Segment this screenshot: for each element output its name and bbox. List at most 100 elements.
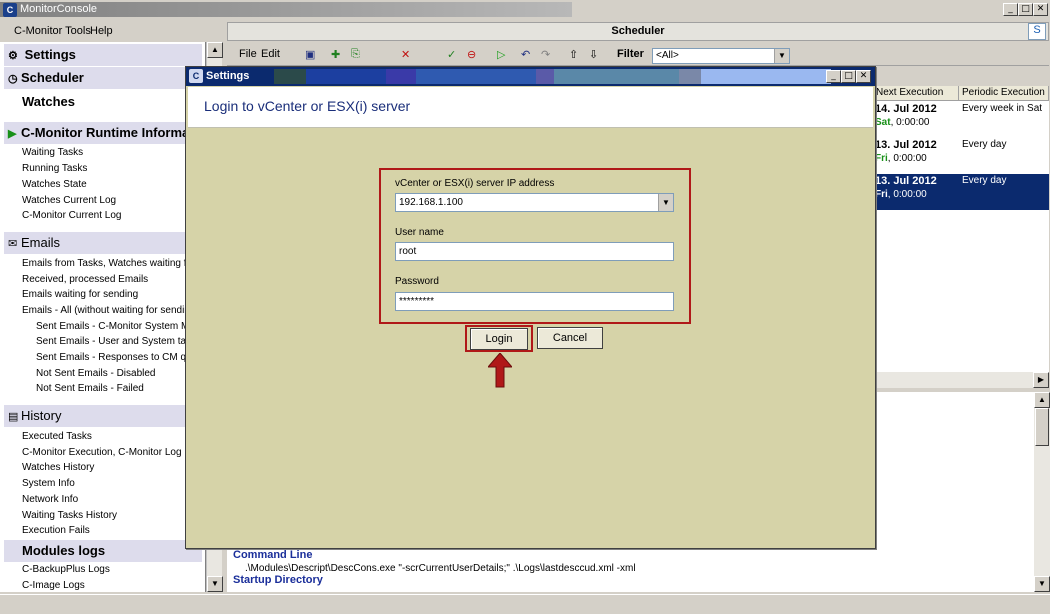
titlebar-band xyxy=(701,69,831,84)
login-button[interactable]: Login xyxy=(470,328,528,350)
delete-icon[interactable]: ✕ xyxy=(401,48,410,61)
undo-icon[interactable]: ↶ xyxy=(521,48,530,61)
sidebar-item-emails-all[interactable]: Emails - All (without waiting for sendin… xyxy=(22,305,199,316)
play-icon: ▶ xyxy=(8,128,17,140)
sidebar-item-execution-fails[interactable]: Execution Fails xyxy=(22,525,90,536)
password-label: Password xyxy=(395,276,439,287)
sidebar-section-runtime[interactable]: ▶ C-Monitor Runtime Informat xyxy=(4,122,202,144)
column-next-execution[interactable]: Next Execution xyxy=(873,86,959,101)
toolbar-file[interactable]: File xyxy=(239,48,257,60)
sidebar-section-emails[interactable]: ✉ Emails xyxy=(4,232,202,254)
sidebar-item-emails-from-tasks[interactable]: Emails from Tasks, Watches waiting for xyxy=(22,258,195,269)
titlebar-band xyxy=(306,69,386,84)
window-title: MonitorConsole xyxy=(20,3,98,15)
sidebar-item-network-info[interactable]: Network Info xyxy=(22,494,78,505)
sidebar-item-watches-state[interactable]: Watches State xyxy=(22,179,87,190)
add-icon[interactable]: ✚ xyxy=(331,48,340,61)
titlebar-band xyxy=(274,69,306,84)
scroll-thumb[interactable] xyxy=(1035,408,1049,446)
ip-address-field[interactable]: 192.168.1.100 ▼ xyxy=(395,193,674,212)
sidebar-item-sent-user[interactable]: Sent Emails - User and System task xyxy=(36,336,196,347)
sidebar-section-label: Scheduler xyxy=(21,70,84,85)
maximize-button[interactable]: □ xyxy=(1018,3,1033,16)
row-periodic: Every day xyxy=(962,139,1007,150)
dialog-close-button[interactable]: ✕ xyxy=(856,70,871,83)
dialog-app-icon: C xyxy=(189,69,203,83)
row-periodic: Every day xyxy=(962,175,1007,186)
sidebar-item-sent-responses[interactable]: Sent Emails - Responses to CM que xyxy=(36,352,197,363)
sidebar-section-modules[interactable]: Modules logs xyxy=(4,540,202,562)
close-button[interactable]: ✕ xyxy=(1033,3,1048,16)
save-icon[interactable]: ▣ xyxy=(305,48,315,61)
toolbar-edit[interactable]: Edit xyxy=(261,48,280,60)
refresh-icon[interactable]: S xyxy=(1028,23,1046,40)
ip-label: vCenter or ESX(i) server IP address xyxy=(395,178,555,189)
row-date: 13. Jul 2012 xyxy=(875,139,937,151)
row-date: 14. Jul 2012 xyxy=(875,103,937,115)
menu-tools[interactable]: C-Monitor Tools xyxy=(14,25,91,37)
sidebar-section-settings[interactable]: ⚙ Settings xyxy=(4,44,202,66)
login-form-highlight: vCenter or ESX(i) server IP address 192.… xyxy=(379,168,691,324)
row-time-value: , 0:00:00 xyxy=(890,117,930,128)
sidebar-section-scheduler[interactable]: ◷ Scheduler xyxy=(4,67,202,89)
filter-label: Filter xyxy=(617,48,644,60)
row-day: Fri xyxy=(875,189,888,200)
username-label: User name xyxy=(395,227,444,238)
sidebar-item-system-info[interactable]: System Info xyxy=(22,478,75,489)
table-row[interactable]: 13. Jul 2012 Fri, 0:00:00 Every day xyxy=(873,138,1049,174)
row-time: Fri, 0:00:00 xyxy=(875,189,927,200)
arrow-up-icon xyxy=(488,353,512,388)
row-periodic: Every week in Sat xyxy=(962,103,1043,114)
menu-help[interactable]: Help xyxy=(90,25,113,37)
move-up-icon[interactable]: ⇧ xyxy=(569,48,578,61)
filter-select[interactable]: <All> ▼ xyxy=(652,48,790,64)
command-line-label: Command Line xyxy=(233,549,313,561)
sidebar-item-emails-waiting[interactable]: Emails waiting for sending xyxy=(22,289,138,300)
scroll-down-icon[interactable]: ▼ xyxy=(207,576,223,592)
scroll-up-icon[interactable]: ▲ xyxy=(1034,392,1050,408)
password-field[interactable]: ********* xyxy=(395,292,674,311)
sidebar-item-cimage-logs[interactable]: C-Image Logs xyxy=(22,580,85,591)
status-bar xyxy=(0,594,1050,614)
stop-icon[interactable]: ⊖ xyxy=(467,48,476,61)
filter-value: <All> xyxy=(656,50,679,61)
sidebar-item-executed-tasks[interactable]: Executed Tasks xyxy=(22,431,92,442)
sidebar-item-running-tasks[interactable]: Running Tasks xyxy=(22,163,87,174)
run-icon[interactable]: ▷ xyxy=(497,48,505,61)
sidebar-item-watches-current-log[interactable]: Watches Current Log xyxy=(22,195,116,206)
sidebar-item-waiting-history[interactable]: Waiting Tasks History xyxy=(22,510,117,521)
sidebar-item-not-sent-failed[interactable]: Not Sent Emails - Failed xyxy=(36,383,144,394)
copy-icon[interactable]: ⎘ xyxy=(351,48,360,61)
column-periodic-execution[interactable]: Periodic Execution xyxy=(959,86,1049,101)
dialog-maximize-button[interactable]: □ xyxy=(841,70,856,83)
sidebar-section-history[interactable]: ▤ History xyxy=(4,405,202,427)
sidebar-item-waiting-tasks[interactable]: Waiting Tasks xyxy=(22,147,83,158)
sidebar-item-watches-history[interactable]: Watches History xyxy=(22,462,94,473)
row-time-value: , 0:00:00 xyxy=(887,153,927,164)
scroll-right-icon[interactable]: ▶ xyxy=(1033,372,1049,388)
ip-address-value: 192.168.1.100 xyxy=(399,197,463,208)
chevron-down-icon[interactable]: ▼ xyxy=(658,194,673,211)
minimize-button[interactable]: _ xyxy=(1003,3,1018,16)
sidebar-item-sent-system[interactable]: Sent Emails - C-Monitor System Mes xyxy=(36,321,200,332)
sidebar-item-backupplus-logs[interactable]: C-BackupPlus Logs xyxy=(22,564,110,575)
dialog-minimize-button[interactable]: _ xyxy=(826,70,841,83)
sidebar-item-received-emails[interactable]: Received, processed Emails xyxy=(22,274,148,285)
row-date: 13. Jul 2012 xyxy=(875,175,937,187)
scroll-up-icon[interactable]: ▲ xyxy=(207,42,223,58)
chevron-down-icon[interactable]: ▼ xyxy=(774,49,789,63)
table-row-selected[interactable]: 13. Jul 2012 Fri, 0:00:00 Every day xyxy=(873,174,1049,210)
username-field[interactable]: root xyxy=(395,242,674,261)
check-icon[interactable]: ✓ xyxy=(447,48,456,61)
sidebar-item-watches[interactable]: Watches xyxy=(22,94,75,109)
table-row[interactable]: 14. Jul 2012 Sat, 0:00:00 Every week in … xyxy=(873,102,1049,138)
row-time: Sat, 0:00:00 xyxy=(875,117,929,128)
sidebar-item-not-sent-disabled[interactable]: Not Sent Emails - Disabled xyxy=(36,368,156,379)
move-down-icon[interactable]: ⇩ xyxy=(589,48,598,61)
cancel-button[interactable]: Cancel xyxy=(537,327,603,349)
details-scrollbar[interactable]: ▲ ▼ xyxy=(1034,392,1050,592)
scroll-down-icon[interactable]: ▼ xyxy=(1034,576,1050,592)
sidebar-item-execution-log[interactable]: C-Monitor Execution, C-Monitor Log His xyxy=(22,447,199,458)
redo-icon[interactable]: ↷ xyxy=(541,48,550,61)
sidebar-item-cmonitor-current-log[interactable]: C-Monitor Current Log xyxy=(22,210,121,221)
